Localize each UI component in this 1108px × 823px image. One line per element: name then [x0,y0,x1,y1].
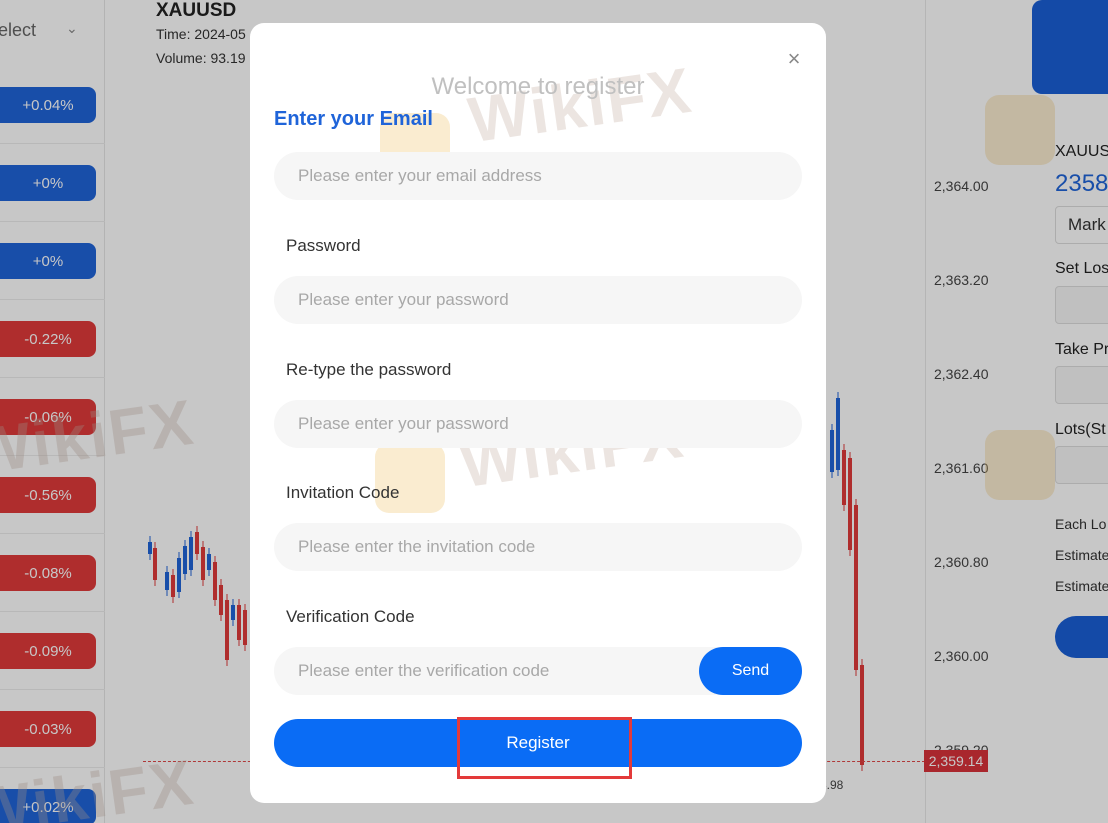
send-code-button[interactable]: Send [699,647,802,695]
invitation-code-input[interactable] [274,523,802,571]
retype-password-input[interactable] [274,400,802,448]
password-input[interactable] [274,276,802,324]
modal-title: Welcome to register [431,73,645,100]
verification-code-label: Verification Code [286,607,415,626]
email-input[interactable] [274,152,802,200]
register-modal: WikiFX WikiFX Welcome to register × Ente… [250,23,826,803]
wikifx-watermark: WikiFX [464,53,697,157]
password-label: Password [286,236,361,255]
email-section-heading: Enter your Email [274,108,433,130]
invitation-code-label: Invitation Code [286,483,400,502]
retype-password-label: Re-type the password [286,360,452,379]
close-icon[interactable]: × [782,46,806,71]
register-button[interactable]: Register [274,719,802,767]
